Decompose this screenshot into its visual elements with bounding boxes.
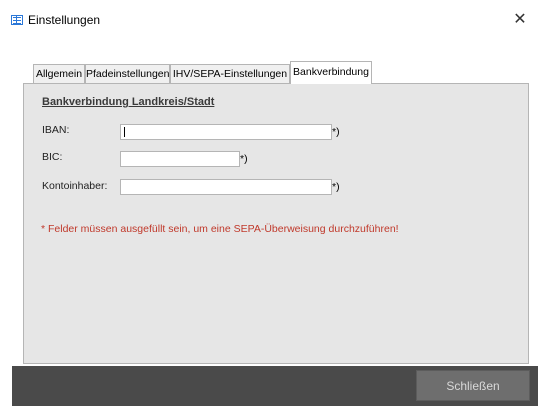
close-icon[interactable]: ✕ [508,9,532,31]
bic-label: BIC: [42,151,63,163]
kontoinhaber-label: Kontoinhaber: [42,180,108,192]
form-icon [11,15,23,25]
dialog-footer: Schließen [12,366,538,406]
iban-field[interactable] [120,124,332,140]
tab-allgemein[interactable]: Allgemein [33,64,85,83]
section-heading: Bankverbindung Landkreis/Stadt [42,96,215,108]
kontoinhaber-field[interactable] [120,179,332,195]
iban-required-mark: *) [332,126,340,138]
title-bar[interactable]: Einstellungen ✕ [0,0,538,38]
tab-bankverbindung[interactable]: Bankverbindung [290,61,372,84]
bankverbindung-panel: Bankverbindung Landkreis/Stadt IBAN: *) … [23,83,529,364]
schliessen-button[interactable]: Schließen [416,370,530,401]
settings-window: Einstellungen ✕ Allgemein Pfadeinstellun… [0,0,538,406]
bic-required-mark: *) [240,153,248,165]
required-fields-notice: * Felder müssen ausgefüllt sein, um eine… [41,223,399,235]
bic-field[interactable] [120,151,240,167]
tab-pfadeinstellungen[interactable]: Pfadeinstellungen [85,64,170,83]
iban-label: IBAN: [42,124,70,136]
window-title: Einstellungen [28,13,101,27]
kontoinhaber-required-mark: *) [332,181,340,193]
tab-ihv-sepa-einstellungen[interactable]: IHV/SEPA-Einstellungen [170,64,290,83]
